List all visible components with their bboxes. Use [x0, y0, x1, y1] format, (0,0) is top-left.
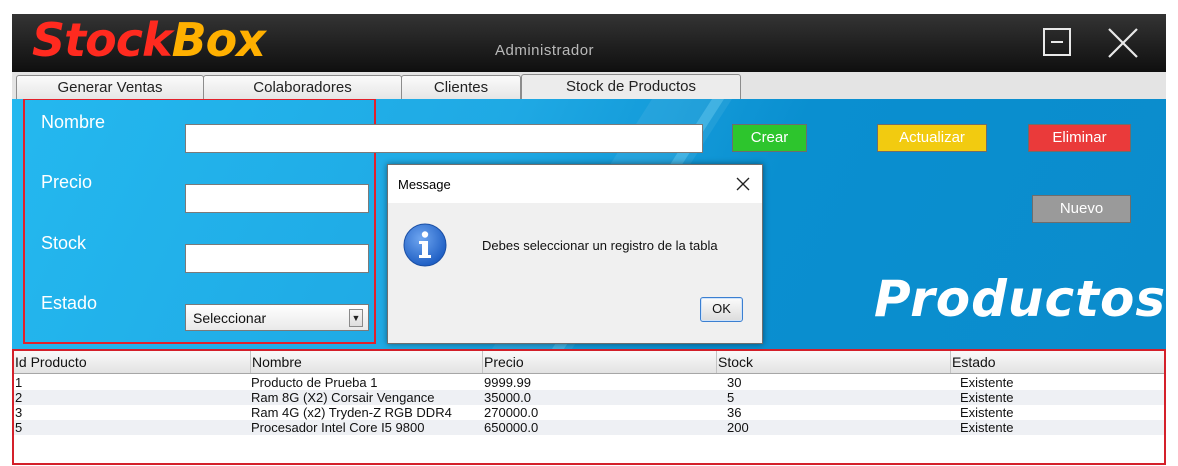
- eliminar-button[interactable]: Eliminar: [1028, 124, 1131, 152]
- actualizar-button[interactable]: Actualizar: [877, 124, 987, 152]
- column-header-id[interactable]: Id Producto: [14, 351, 251, 373]
- app-window: StockBox Administrador Generar Ventas Co…: [12, 14, 1166, 466]
- chevron-down-icon[interactable]: ▼: [349, 309, 363, 327]
- table-cell-id: 2: [15, 390, 23, 405]
- minimize-icon[interactable]: [1043, 28, 1071, 56]
- crear-button[interactable]: Crear: [732, 124, 807, 152]
- close-icon[interactable]: [1106, 26, 1140, 60]
- table-cell-stock: 200: [727, 420, 749, 435]
- estado-select[interactable]: Seleccionar ▼: [185, 304, 369, 331]
- column-header-precio[interactable]: Precio: [483, 351, 717, 373]
- tab-stock-de-productos[interactable]: Stock de Productos: [521, 74, 741, 99]
- tab-colaboradores[interactable]: Colaboradores: [203, 75, 402, 99]
- dialog-message: Debes seleccionar un registro de la tabl…: [482, 238, 718, 253]
- table-cell-precio: 35000.0: [484, 390, 531, 405]
- table-cell-id: 5: [15, 420, 23, 435]
- precio-input[interactable]: [185, 184, 369, 213]
- column-header-stock[interactable]: Stock: [717, 351, 951, 373]
- table-cell-estado: Existente: [960, 420, 1014, 435]
- ok-button[interactable]: OK: [700, 297, 743, 322]
- tab-generar-ventas[interactable]: Generar Ventas: [16, 75, 204, 99]
- stock-input[interactable]: [185, 244, 369, 273]
- table-cell-stock: 36: [727, 405, 742, 420]
- table-cell-estado: Existente: [960, 405, 1014, 420]
- close-icon[interactable]: [732, 173, 754, 195]
- table-row[interactable]: 1 Producto de Prueba 1 9999.99 30 Existe…: [14, 375, 1164, 390]
- products-table: Id Producto Nombre Precio Stock Estado 1…: [12, 349, 1166, 465]
- nombre-label: Nombre: [41, 112, 106, 132]
- column-header-estado[interactable]: Estado: [951, 351, 1164, 373]
- column-header-nombre[interactable]: Nombre: [251, 351, 483, 373]
- table-cell-nombre: Producto de Prueba 1: [251, 375, 378, 390]
- message-dialog: Message Debes seleccionar un registro de…: [387, 164, 763, 344]
- table-cell-stock: 5: [727, 390, 735, 405]
- user-role-label: Administrador: [495, 42, 595, 59]
- table-cell-id: 1: [15, 375, 23, 390]
- logo-text-box: Box: [171, 14, 266, 67]
- estado-selected-value: Seleccionar: [193, 310, 267, 326]
- table-cell-nombre: Ram 8G (X2) Corsair Vengance: [251, 390, 435, 405]
- precio-label: Precio: [41, 172, 93, 192]
- table-cell-nombre: Procesador Intel Core I5 9800: [251, 420, 425, 435]
- table-cell-id: 3: [15, 405, 23, 420]
- dialog-title-bar: Message: [388, 165, 762, 203]
- title-bar: StockBox Administrador: [12, 14, 1166, 72]
- stock-label: Stock: [41, 233, 87, 253]
- productos-brand-title: Productos: [874, 270, 1166, 328]
- table-cell-estado: Existente: [960, 375, 1014, 390]
- info-icon: [402, 222, 448, 268]
- table-cell-precio: 270000.0: [484, 405, 539, 420]
- logo-text-stock: Stock: [32, 14, 173, 67]
- estado-label: Estado: [41, 293, 98, 313]
- table-cell-stock: 30: [727, 375, 742, 390]
- table-cell-precio: 650000.0: [484, 420, 539, 435]
- table-row[interactable]: 5 Procesador Intel Core I5 9800 650000.0…: [14, 420, 1164, 435]
- table-cell-nombre: Ram 4G (x2) Tryden-Z RGB DDR4: [251, 405, 452, 420]
- table-row[interactable]: 2 Ram 8G (X2) Corsair Vengance 35000.0 5…: [14, 390, 1164, 405]
- tab-clientes[interactable]: Clientes: [401, 75, 521, 99]
- table-header: Id Producto Nombre Precio Stock Estado: [14, 351, 1164, 374]
- dialog-title: Message: [398, 177, 451, 192]
- tab-strip: Generar Ventas Colaboradores Clientes St…: [12, 72, 1166, 99]
- table-cell-precio: 9999.99: [484, 375, 531, 390]
- stockbox-logo: StockBox: [32, 14, 266, 70]
- table-cell-estado: Existente: [960, 390, 1014, 405]
- table-row[interactable]: 3 Ram 4G (x2) Tryden-Z RGB DDR4 270000.0…: [14, 405, 1164, 420]
- nombre-input[interactable]: [185, 124, 703, 153]
- nuevo-button[interactable]: Nuevo: [1032, 195, 1131, 223]
